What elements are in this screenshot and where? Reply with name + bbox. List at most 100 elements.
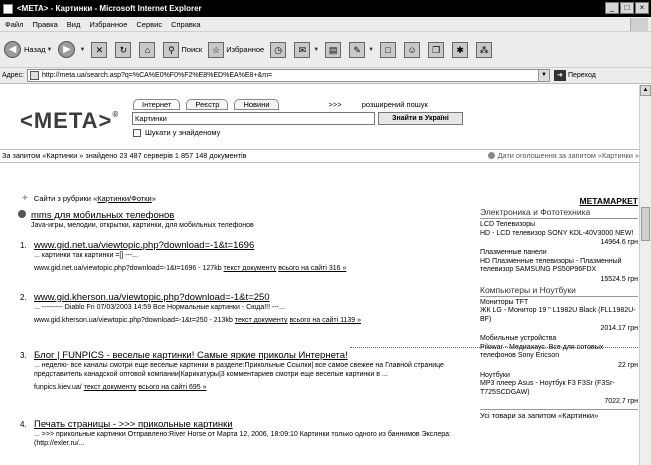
research-icon: ❐ bbox=[428, 41, 445, 58]
tab-news[interactable]: Новини bbox=[234, 99, 279, 110]
result-size: - 127kb bbox=[198, 265, 222, 272]
category-prefix: Сайти з рубрики « bbox=[33, 194, 98, 203]
result-number: 4. bbox=[20, 420, 27, 429]
menu-help[interactable]: Справка bbox=[171, 20, 200, 29]
result-title-link[interactable]: www.gid.net.ua/viewtopic.php?download=-1… bbox=[34, 240, 460, 251]
result-site-link[interactable]: всього на сайті 316 » bbox=[278, 265, 346, 272]
result-title-link[interactable]: www.gid.kherson.ua/viewtopic.php?downloa… bbox=[34, 292, 460, 303]
meta-logo[interactable]: <META>® bbox=[20, 108, 119, 134]
all-products-link[interactable]: Усі товари за запитом «Картинки» bbox=[480, 409, 638, 420]
result-text-link[interactable]: текст документу bbox=[224, 265, 277, 272]
result-snippet: ... >>> прикольные картинки Отправлено:R… bbox=[34, 431, 451, 447]
messenger-button[interactable]: ☺ bbox=[404, 41, 422, 58]
product-group: Мониторы TFT bbox=[480, 298, 529, 306]
metamarket-heading[interactable]: МЕТАМАРКЕТ bbox=[480, 196, 638, 206]
close-button[interactable]: × bbox=[635, 2, 649, 14]
ie-app-icon bbox=[3, 3, 13, 14]
forward-button[interactable]: ▶ ▼ bbox=[58, 41, 85, 58]
edit-dropdown-icon[interactable]: ▼ bbox=[368, 47, 374, 53]
result-site-link[interactable]: всього на сайті 695 » bbox=[138, 384, 206, 391]
scroll-up-icon[interactable]: ▲ bbox=[640, 85, 651, 96]
discuss-button[interactable]: □ bbox=[380, 41, 398, 58]
go-button[interactable]: ➜ Переход bbox=[553, 70, 596, 81]
research-button[interactable]: ❐ bbox=[428, 41, 446, 58]
refresh-button[interactable]: ↻ bbox=[115, 41, 133, 58]
home-icon: ⌂ bbox=[139, 41, 156, 58]
flower-icon bbox=[18, 210, 26, 218]
maximize-button[interactable]: □ bbox=[620, 2, 634, 14]
result-text-link[interactable]: текст документу bbox=[84, 384, 137, 391]
back-dropdown-icon[interactable]: ▼ bbox=[47, 47, 53, 53]
address-input[interactable]: http://meta.ua/search.asp?q=%CA%E0%F0%F2… bbox=[26, 69, 550, 82]
mail-button[interactable]: ✉ ▼ bbox=[294, 41, 319, 58]
sidebar-product[interactable]: Мобильные устройства Pilowar - Медиахаус… bbox=[480, 335, 638, 370]
windows-flag-icon bbox=[630, 18, 648, 31]
meta-logo-text: <META> bbox=[20, 108, 113, 133]
back-button[interactable]: ◀ Назад ▼ bbox=[4, 41, 52, 58]
home-button[interactable]: ⌂ bbox=[139, 41, 157, 58]
sidebar-product[interactable]: Ноутбуки MP3 плеер Asus - Ноутбук F3 F3S… bbox=[480, 372, 638, 407]
product-price: 15524.5 грн bbox=[600, 275, 638, 283]
registered-mark: ® bbox=[112, 110, 120, 119]
extra-icon: ⁂ bbox=[476, 41, 493, 58]
extra-button[interactable]: ⁂ bbox=[476, 41, 494, 58]
result-site-link[interactable]: всього на сайті 1139 » bbox=[290, 317, 362, 324]
result-url-line: www.gid.kherson.ua/viewtopic.php?downloa… bbox=[34, 316, 460, 325]
address-url[interactable]: http://meta.ua/search.asp?q=%CA%E0%F0%F2… bbox=[42, 72, 272, 79]
stop-button[interactable]: ✕ bbox=[91, 41, 109, 58]
product-name[interactable]: HD - LCD телевизор SONY KDL-40V3000 NEW! bbox=[480, 230, 638, 239]
scroll-thumb[interactable] bbox=[641, 207, 650, 241]
sidebar-product[interactable]: Мониторы TFT ЖК LG - Монитор 19 " L1982U… bbox=[480, 299, 638, 334]
address-bar: Адрес: http://meta.ua/search.asp?q=%CA%E… bbox=[0, 68, 651, 84]
sidebar-product[interactable]: Плазменные панели HD Плазменные телевизо… bbox=[480, 249, 638, 284]
result-text-link[interactable]: текст документу bbox=[235, 317, 288, 324]
print-button[interactable]: ▤ bbox=[325, 41, 343, 58]
search-result: 3. Блог | FUNPICS - веселые картинки! Са… bbox=[20, 350, 460, 392]
product-name[interactable]: ЖК LG - Монитор 19 " L1982U Black (FLL19… bbox=[480, 307, 638, 324]
minimize-button[interactable]: _ bbox=[605, 2, 619, 14]
extended-search-link[interactable]: розширений пошук bbox=[362, 100, 428, 109]
result-title-link[interactable]: Печать страницы - >>> прикольные картинк… bbox=[34, 419, 460, 430]
search-button[interactable]: ⚲ Поиск bbox=[163, 41, 202, 58]
tab-internet[interactable]: Інтернет bbox=[133, 99, 181, 110]
menu-view[interactable]: Вид bbox=[67, 20, 81, 29]
sidebar-category-electronics[interactable]: Электроника и Фототехника bbox=[480, 207, 638, 219]
go-arrow-icon: ➜ bbox=[553, 70, 566, 81]
add-ad-link[interactable]: Дати оголошення за запитом «Картинки » bbox=[487, 150, 639, 162]
mail-dropdown-icon[interactable]: ▼ bbox=[313, 47, 319, 53]
product-name[interactable]: HD Плазменные телевизоры - Плазменный те… bbox=[480, 258, 638, 275]
menu-favorites[interactable]: Избранное bbox=[89, 20, 127, 29]
menu-edit[interactable]: Правка bbox=[32, 20, 57, 29]
special-result-title-text[interactable]: mms для мобильных телефонов bbox=[31, 210, 174, 221]
address-dropdown-icon[interactable]: ▼ bbox=[537, 70, 549, 81]
history-button[interactable]: ◷ bbox=[270, 41, 288, 58]
result-snippet: ... неделю- все каналы смотри еще веселы… bbox=[34, 362, 444, 378]
forward-dropdown-icon[interactable]: ▼ bbox=[79, 47, 85, 53]
vertical-scrollbar[interactable]: ▲ bbox=[639, 85, 651, 465]
product-price: 14964.6 грн bbox=[600, 239, 638, 246]
result-title-link[interactable]: Блог | FUNPICS - веселые картинки! Самые… bbox=[34, 350, 460, 361]
product-name[interactable]: Pilowar - Медиахаус. Все для сотовых тел… bbox=[480, 344, 638, 361]
search-in-results-option[interactable]: Шукати у знайденому bbox=[133, 128, 220, 137]
favorites-button[interactable]: ☆ Избранное bbox=[208, 41, 264, 58]
edit-button[interactable]: ✎ ▼ bbox=[349, 41, 374, 58]
tools-button[interactable]: ✱ bbox=[452, 41, 470, 58]
page-content: <META>® Інтернет Реєстр Новини >>> розши… bbox=[0, 85, 639, 465]
edit-icon: ✎ bbox=[349, 41, 366, 58]
star-icon: ☆ bbox=[208, 41, 225, 58]
search-in-results-checkbox[interactable] bbox=[133, 128, 141, 137]
menu-tools[interactable]: Сервис bbox=[136, 20, 162, 29]
product-group: Ноутбуки bbox=[480, 371, 510, 379]
sidebar-category-computers[interactable]: Компьютеры и Ноутбуки bbox=[480, 285, 638, 297]
product-group: Мобильные устройства bbox=[480, 335, 557, 342]
more-tabs-link[interactable]: >>> bbox=[329, 100, 342, 109]
product-name[interactable]: MP3 плеер Asus - Ноутбук F3 F3Sr (F3Sr-T… bbox=[480, 380, 638, 397]
search-input[interactable]: Картинки bbox=[132, 112, 375, 125]
tab-registry[interactable]: Реєстр bbox=[186, 99, 229, 110]
category-link[interactable]: Картинки/Фотки bbox=[97, 194, 151, 203]
search-tabs: Інтернет Реєстр Новини >>> розширений по… bbox=[133, 99, 428, 110]
sidebar-product[interactable]: LCD Телевизоры HD - LCD телевизор SONY K… bbox=[480, 221, 638, 247]
menu-file[interactable]: Файл bbox=[5, 20, 23, 29]
search-submit-button[interactable]: Знайти в Україні bbox=[378, 112, 463, 125]
special-result-title[interactable]: mms для мобильных телефонов bbox=[18, 210, 458, 221]
